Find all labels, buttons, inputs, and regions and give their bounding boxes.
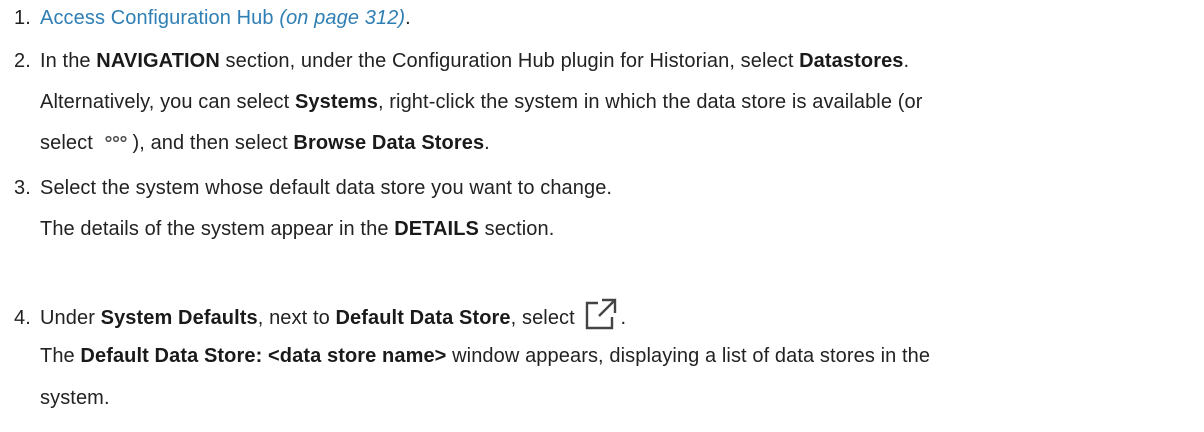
step-text: , next to — [257, 307, 336, 329]
step-text: The — [40, 345, 81, 367]
step-2-line-2: Alternatively, you can select Systems, r… — [40, 87, 922, 117]
bold-term: Default Data Store: <data store name> — [80, 345, 447, 367]
step-text: The details of the system appear in the — [40, 218, 395, 240]
step-text: section, under the Configuration Hub plu… — [219, 50, 800, 72]
bold-term: Browse Data Stores — [293, 132, 485, 154]
bold-term: Default Data Store — [335, 307, 511, 329]
step-number: 2. — [14, 50, 31, 72]
step-text: . — [405, 7, 411, 29]
step-text: , right-click the system in which the da… — [377, 91, 923, 113]
step-number: 1. — [14, 7, 31, 29]
step-text: In the — [40, 50, 97, 72]
step-text: Select the system whose default data sto… — [40, 177, 613, 199]
step-2-line-1: 2. In the NAVIGATION section, under the C… — [14, 46, 909, 76]
bold-term: DETAILS — [394, 218, 479, 240]
bold-term: Datastores — [799, 50, 904, 72]
step-text: Alternatively, you can select — [40, 91, 295, 113]
step-3-line-1: 3. Select the system whose default data s… — [14, 173, 612, 203]
step-text: . — [903, 50, 910, 72]
step-text: Under — [40, 307, 101, 329]
step-text: system. — [40, 387, 110, 409]
launch-icon — [584, 297, 618, 331]
step-4-line-2: The Default Data Store: <data store name… — [40, 341, 930, 371]
step-text: . — [620, 307, 627, 329]
step-2-line-3: select ), and then select Browse Data St… — [40, 128, 490, 158]
step-text: select — [40, 132, 99, 154]
step-1: 1. Access Configuration Hub (on page 312)… — [14, 3, 411, 33]
step-4-line-3: system. — [40, 383, 110, 413]
step-4-line-1: 4. Under System Defaults, next to Default… — [14, 297, 627, 331]
step-number: 4. — [14, 307, 31, 329]
more-options-icon — [99, 128, 133, 158]
step-text: window appears, displaying a list of dat… — [446, 345, 931, 367]
step-text: , select — [510, 307, 581, 329]
step-text: section. — [478, 218, 555, 240]
bold-term: Systems — [294, 91, 378, 113]
step-number: 3. — [14, 177, 31, 199]
bold-term: System Defaults — [100, 307, 258, 329]
procedure-document: 1. Access Configuration Hub (on page 312)… — [0, 0, 1204, 432]
step-3-line-2: The details of the system appear in the … — [40, 214, 554, 244]
access-configuration-hub-link[interactable]: Access Configuration Hub — [40, 7, 274, 29]
bold-term: NAVIGATION — [96, 50, 220, 72]
step-text: ), and then select — [132, 132, 294, 154]
page-reference-link[interactable]: (on page 312) — [279, 7, 405, 29]
step-text: . — [484, 132, 490, 154]
